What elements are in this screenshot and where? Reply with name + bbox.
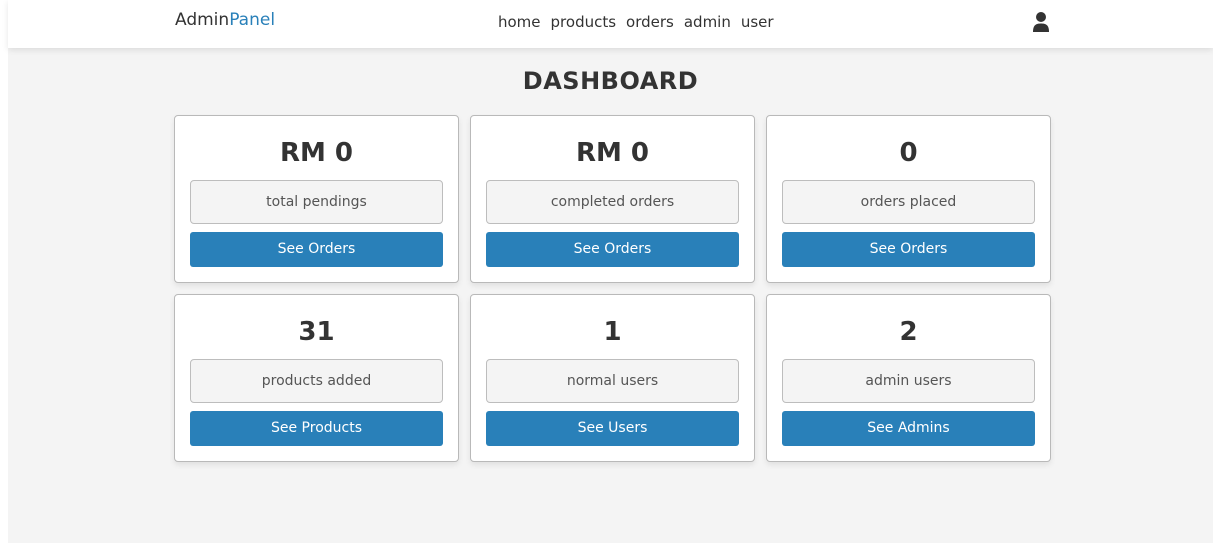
logo-main: Admin [175, 10, 230, 30]
see-orders-button[interactable]: See Orders [782, 232, 1035, 267]
nav-home[interactable]: home [498, 13, 541, 31]
see-orders-button[interactable]: See Orders [486, 232, 739, 267]
card-label: total pendings [190, 180, 443, 224]
logo[interactable]: AdminPanel [175, 10, 275, 30]
see-products-button[interactable]: See Products [190, 411, 443, 446]
card-label: completed orders [486, 180, 739, 224]
user-icon[interactable] [1032, 11, 1050, 33]
page-title: DASHBOARD [522, 67, 699, 95]
card-total-pendings: RM 0 total pendings See Orders [174, 115, 459, 283]
card-orders-placed: 0 orders placed See Orders [766, 115, 1051, 283]
logo-accent: Panel [229, 10, 276, 30]
card-value: RM 0 [575, 138, 650, 168]
nav-products[interactable]: products [551, 13, 617, 31]
card-value: 0 [899, 138, 918, 168]
card-products-added: 31 products added See Products [174, 294, 459, 462]
card-value: RM 0 [279, 138, 354, 168]
see-admins-button[interactable]: See Admins [782, 411, 1035, 446]
card-normal-users: 1 normal users See Users [470, 294, 755, 462]
see-users-button[interactable]: See Users [486, 411, 739, 446]
nav-admin[interactable]: admin [684, 13, 731, 31]
card-admin-users: 2 admin users See Admins [766, 294, 1051, 462]
nav-user[interactable]: user [741, 13, 774, 31]
card-label: orders placed [782, 180, 1035, 224]
card-value: 1 [603, 317, 622, 347]
nav-orders[interactable]: orders [626, 13, 674, 31]
card-label: admin users [782, 359, 1035, 403]
stats-grid: RM 0 total pendings See Orders RM 0 comp… [174, 115, 1051, 462]
page-frame: AdminPanel home products orders admin us… [8, 0, 1213, 543]
card-label: normal users [486, 359, 739, 403]
card-value: 2 [899, 317, 918, 347]
see-orders-button[interactable]: See Orders [190, 232, 443, 267]
main-nav: home products orders admin user [498, 13, 774, 31]
card-value: 31 [298, 317, 335, 347]
card-completed-orders: RM 0 completed orders See Orders [470, 115, 755, 283]
header: AdminPanel home products orders admin us… [8, 0, 1213, 48]
card-label: products added [190, 359, 443, 403]
